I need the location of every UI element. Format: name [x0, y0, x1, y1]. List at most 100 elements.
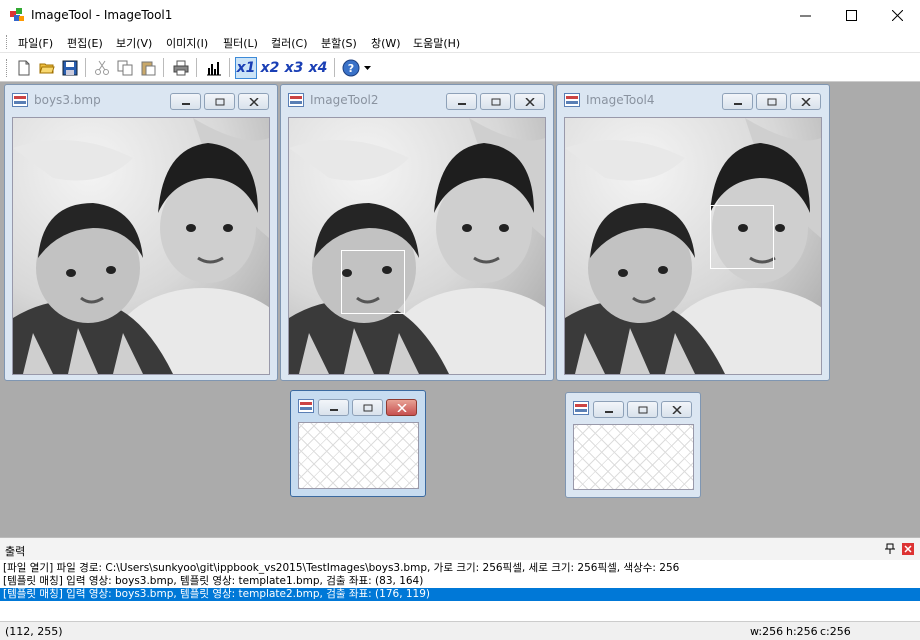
menu-split[interactable]: 분할(S): [318, 34, 360, 52]
image-canvas[interactable]: [564, 117, 822, 375]
child-minimize-button[interactable]: [593, 401, 624, 418]
child-minimize-button[interactable]: [170, 93, 201, 110]
cut-button[interactable]: [91, 57, 113, 79]
help-dropdown[interactable]: [362, 57, 372, 79]
minimize-icon: [181, 102, 190, 105]
menu-file[interactable]: 파일(F): [15, 34, 56, 52]
zoom-x2-button[interactable]: x2: [259, 57, 281, 79]
template-image: [574, 425, 638, 489]
document-icon: [564, 93, 580, 107]
maximize-button[interactable]: [828, 0, 874, 31]
close-icon: [524, 97, 535, 106]
minimize-icon: [733, 102, 742, 105]
child-close-button[interactable]: [790, 93, 821, 110]
child-minimize-button[interactable]: [318, 399, 349, 416]
printer-icon: [173, 60, 189, 76]
paste-button[interactable]: [137, 57, 159, 79]
document-icon: [298, 399, 314, 413]
child-caption[interactable]: [291, 391, 425, 419]
restore-icon: [638, 406, 647, 413]
photo-image: [13, 118, 269, 374]
toolbar-separator: [334, 58, 335, 77]
status-bar: (112, 255) w:256 h:256 c:256: [0, 621, 920, 640]
new-file-icon: [18, 60, 30, 76]
child-window-imagetool2[interactable]: ImageTool2: [280, 84, 554, 381]
document-icon: [288, 93, 304, 107]
open-folder-icon: [39, 63, 55, 74]
match-rectangle: [710, 205, 774, 269]
menu-help[interactable]: 도움말(H): [410, 34, 463, 52]
child-close-button[interactable]: [386, 399, 417, 416]
new-file-button[interactable]: [13, 57, 35, 79]
child-maximize-button[interactable]: [480, 93, 511, 110]
child-close-button[interactable]: [661, 401, 692, 418]
child-window-imagetool4[interactable]: ImageTool4: [556, 84, 830, 381]
close-icon: [904, 545, 912, 553]
zoom-x4-button[interactable]: x4: [307, 57, 329, 79]
output-line-selected[interactable]: [템플릿 매칭] 입력 영상: boys3.bmp, 템플릿 영상: templ…: [0, 588, 920, 601]
pin-icon: [885, 543, 895, 554]
menu-image[interactable]: 이미지(I): [163, 34, 211, 52]
restore-icon: [767, 98, 776, 105]
image-canvas[interactable]: [288, 117, 546, 375]
photo-image: [289, 118, 545, 374]
zoom-x3-button[interactable]: x3: [283, 57, 305, 79]
child-maximize-button[interactable]: [756, 93, 787, 110]
document-icon: [12, 93, 28, 107]
child-caption[interactable]: boys3.bmp: [5, 85, 277, 113]
close-icon: [800, 97, 811, 106]
image-canvas[interactable]: [298, 422, 419, 489]
status-coords: (112, 255): [5, 625, 63, 638]
menu-color[interactable]: 컬러(C): [268, 34, 311, 52]
copy-button[interactable]: [114, 57, 136, 79]
output-line[interactable]: [템플릿 매칭] 입력 영상: boys3.bmp, 템플릿 영상: templ…: [0, 575, 920, 588]
template-image: [299, 423, 363, 487]
minimize-icon: [799, 15, 811, 17]
child-caption[interactable]: ImageTool2: [281, 85, 553, 113]
output-line[interactable]: [파일 열기] 파일 경로: C:\Users\sunkyoo\git\ippb…: [0, 562, 920, 575]
menu-edit[interactable]: 편집(E): [64, 34, 106, 52]
minimize-button[interactable]: [782, 0, 828, 31]
child-minimize-button[interactable]: [722, 93, 753, 110]
paste-icon: [141, 61, 156, 76]
window-title: ImageTool - ImageTool1: [31, 8, 173, 22]
minimize-icon: [329, 408, 338, 411]
minimize-icon: [457, 102, 466, 105]
child-minimize-button[interactable]: [446, 93, 477, 110]
toolbar-separator: [229, 58, 230, 77]
toolbar-grip: [6, 59, 9, 77]
menu-grip: [6, 35, 9, 49]
close-button[interactable]: [874, 0, 920, 31]
child-maximize-button[interactable]: [627, 401, 658, 418]
pin-button[interactable]: [884, 543, 896, 555]
scissors-icon: [95, 60, 109, 75]
child-maximize-button[interactable]: [204, 93, 235, 110]
menu-filter[interactable]: 필터(L): [220, 34, 261, 52]
histogram-button[interactable]: [203, 57, 225, 79]
child-caption[interactable]: [566, 393, 700, 421]
restore-icon: [215, 98, 224, 105]
app-icon: [10, 8, 24, 21]
child-maximize-button[interactable]: [352, 399, 383, 416]
image-canvas[interactable]: [573, 424, 694, 490]
menu-view[interactable]: 보기(V): [113, 34, 155, 52]
zoom-x1-button[interactable]: x1: [235, 57, 257, 79]
close-icon: [396, 403, 407, 412]
image-canvas[interactable]: [12, 117, 270, 375]
child-window-template1[interactable]: [290, 390, 426, 497]
open-file-button[interactable]: [36, 57, 58, 79]
child-close-button[interactable]: [238, 93, 269, 110]
histogram-icon: [207, 62, 221, 76]
status-width: w:256: [750, 625, 784, 638]
menu-window[interactable]: 창(W): [368, 34, 404, 52]
child-window-boys3[interactable]: boys3.bmp: [4, 84, 278, 381]
help-button[interactable]: ?: [340, 57, 362, 79]
print-button[interactable]: [170, 57, 192, 79]
output-close-button[interactable]: [902, 543, 914, 555]
help-glyph: ?: [348, 62, 354, 75]
child-close-button[interactable]: [514, 93, 545, 110]
save-button[interactable]: [59, 57, 81, 79]
child-caption[interactable]: ImageTool4: [557, 85, 829, 113]
help-icon: ?: [342, 59, 360, 77]
child-window-template2[interactable]: [565, 392, 701, 498]
